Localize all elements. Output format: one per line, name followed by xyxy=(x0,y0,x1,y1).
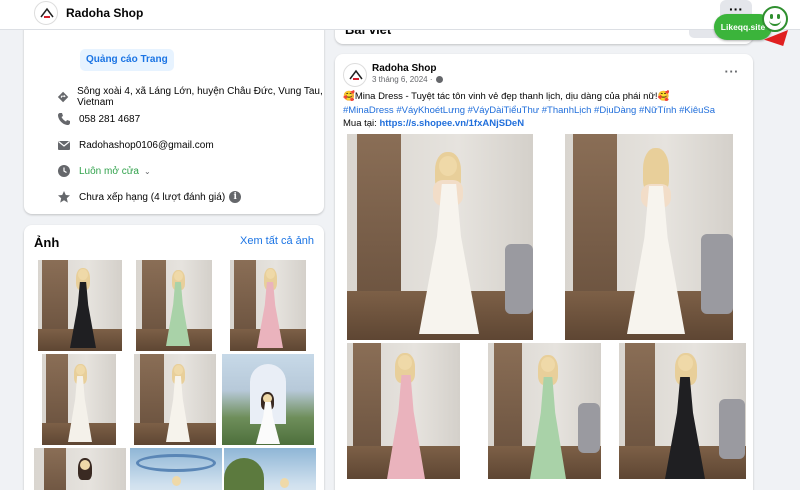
photo-thumbnail[interactable] xyxy=(38,260,122,351)
post-hashtags[interactable]: #MinaDress #VáyKhoétLưng #VáyDàiTiểuThư … xyxy=(343,104,743,118)
photo-thumbnail[interactable] xyxy=(230,260,306,351)
post-text: 🥰Mina Dress - Tuyệt tác tôn vinh vẻ đẹp … xyxy=(343,90,743,131)
post-card: Radoha Shop 3 tháng 6, 2024 · ··· 🥰Mina … xyxy=(335,54,753,490)
phone-row: 058 281 4687 xyxy=(57,112,140,126)
location-icon xyxy=(57,91,69,103)
photo-thumbnail[interactable] xyxy=(130,448,222,490)
post-image[interactable] xyxy=(347,134,533,340)
smiley-icon[interactable] xyxy=(762,6,788,32)
star-icon xyxy=(58,191,70,203)
emoji-smile-hearts-end: 🥰 xyxy=(657,91,670,102)
buy-label: Mua tại: xyxy=(343,118,377,129)
ad-page-button[interactable]: Quảng cáo Trang xyxy=(80,49,174,71)
photo-thumbnail[interactable] xyxy=(34,448,126,490)
radoha-logo-icon xyxy=(349,69,363,80)
email-row: Radohashop0106@gmail.com xyxy=(57,138,214,152)
rating-text: Chưa xếp hạng (4 lượt đánh giá) xyxy=(79,191,226,203)
photos-card: Ảnh Xem tất cả ảnh xyxy=(24,225,324,490)
post-author[interactable]: Radoha Shop xyxy=(372,63,436,74)
page-top-bar: Radoha Shop ··· xyxy=(0,0,800,30)
post-more-icon[interactable]: ··· xyxy=(725,64,740,79)
phone-text: 058 281 4687 xyxy=(79,113,141,125)
address-row: Sông xoài 4, xã Láng Lớn, huyện Châu Đức… xyxy=(57,86,324,108)
post-image[interactable] xyxy=(347,343,460,479)
chevron-down-icon[interactable]: ⌄ xyxy=(144,167,151,176)
post-caption: Mina Dress - Tuyệt tác tôn vinh vẻ đẹp t… xyxy=(354,91,658,102)
rating-row: Chưa xếp hạng (4 lượt đánh giá) i xyxy=(57,190,242,204)
clock-icon xyxy=(58,165,70,177)
email-text: Radohashop0106@gmail.com xyxy=(79,139,214,151)
page-title[interactable]: Radoha Shop xyxy=(66,6,143,20)
phone-icon xyxy=(58,113,70,125)
photos-title: Ảnh xyxy=(34,235,60,250)
avatar[interactable] xyxy=(343,63,367,87)
photo-thumbnail[interactable] xyxy=(134,354,216,445)
post-image[interactable] xyxy=(565,134,733,340)
shopee-link[interactable]: https://s.shopee.vn/1fxANjSDeN xyxy=(379,118,524,129)
photo-thumbnail[interactable] xyxy=(136,260,212,351)
page-avatar[interactable] xyxy=(34,1,58,25)
email-icon xyxy=(58,141,70,150)
post-image[interactable] xyxy=(488,343,601,479)
globe-icon xyxy=(435,76,443,83)
address-text: Sông xoài 4, xã Láng Lớn, huyện Châu Đức… xyxy=(77,86,323,108)
photo-thumbnail[interactable] xyxy=(224,448,316,490)
hours-row[interactable]: Luôn mở cửa ⌄ xyxy=(57,164,151,178)
post-date[interactable]: 3 tháng 6, 2024 · xyxy=(372,75,443,84)
post-date-text[interactable]: 3 tháng 6, 2024 · xyxy=(372,75,433,84)
see-all-photos-link[interactable]: Xem tất cả ảnh xyxy=(240,235,314,247)
photo-thumbnail[interactable] xyxy=(42,354,116,445)
emoji-smile-hearts: 🥰 xyxy=(343,91,355,102)
photo-thumbnail[interactable] xyxy=(222,354,314,445)
info-icon[interactable]: i xyxy=(229,191,242,203)
post-image[interactable] xyxy=(619,343,746,479)
hours-text[interactable]: Luôn mở cửa xyxy=(79,166,139,177)
intro-card: Quảng cáo Trang Sông xoài 4, xã Láng Lớn… xyxy=(24,14,324,214)
radoha-logo-icon xyxy=(40,7,54,18)
